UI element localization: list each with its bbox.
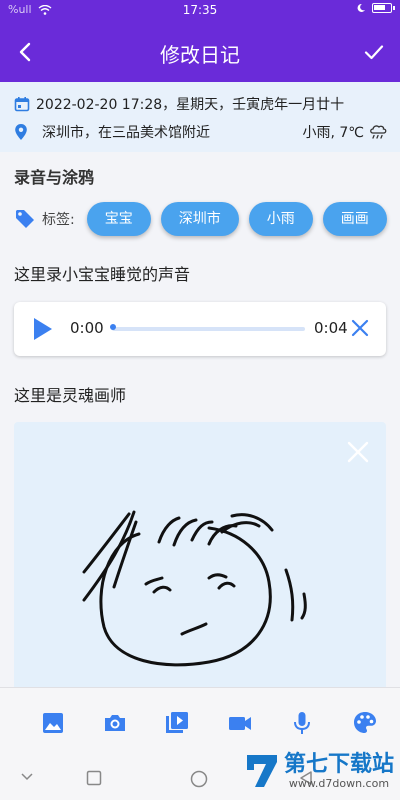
audio-player: 0:00 0:04 (14, 302, 386, 356)
audio-duration: 0:04 (314, 319, 348, 337)
home-icon[interactable] (190, 770, 208, 788)
check-icon[interactable] (362, 40, 386, 64)
video-library-icon[interactable] (164, 710, 190, 736)
audio-current-time: 0:00 (70, 319, 104, 337)
palette-icon[interactable] (352, 710, 378, 736)
tag-chip-baobao[interactable]: 宝宝 (86, 202, 151, 236)
recents-icon[interactable] (86, 770, 102, 786)
tag-label: 标签: (42, 212, 75, 228)
doodle-canvas[interactable] (14, 422, 386, 687)
tag-chip-shenzhen[interactable]: 深圳市 (160, 202, 239, 236)
play-icon[interactable] (34, 318, 52, 340)
audio-caption[interactable]: 这里录小宝宝睡觉的声音 (14, 261, 190, 285)
moon-icon (357, 3, 365, 12)
status-time: 17:35 (182, 3, 218, 17)
image-icon[interactable] (40, 710, 66, 736)
remove-audio-icon[interactable] (350, 318, 370, 338)
weather-text: 小雨, 7℃ (302, 125, 364, 141)
battery-icon (372, 3, 395, 13)
watermark-url: www.d7down.com (288, 776, 390, 790)
tag-chip-light-rain[interactable]: 小雨 (248, 202, 313, 236)
datetime-row[interactable]: 2022-02-20 17:28，星期天，壬寅虎年一月廿十 (14, 94, 344, 114)
mic-icon[interactable] (289, 710, 315, 736)
audio-progress-handle[interactable] (110, 324, 116, 330)
tag-icon (16, 210, 34, 228)
watermark-text: 第七下载站 www.d7down.com (283, 751, 394, 790)
watermark-logo-icon (246, 755, 277, 787)
tag-row: 标签: 宝宝 深圳市 小雨 画画 (14, 202, 397, 236)
datetime-text: 2022-02-20 17:28，星期天，壬寅虎年一月廿十 (36, 97, 345, 113)
app-bar: 修改日记 (0, 22, 400, 82)
camera-icon[interactable] (102, 710, 128, 736)
tag-chip-drawing[interactable]: 画画 (322, 202, 387, 236)
status-bar: %ull 17:35 (0, 0, 400, 22)
watermark-title: 第七下载站 (283, 751, 394, 777)
location-pin-icon (15, 124, 27, 140)
calendar-icon (14, 97, 30, 112)
watermark: 第七下载站 www.d7down.com (244, 752, 394, 790)
editor-toolbar (0, 687, 400, 757)
entry-title[interactable]: 录音与涂鸦 (14, 164, 94, 188)
rain-cloud-icon (370, 125, 387, 139)
video-camera-icon[interactable] (227, 710, 253, 736)
status-right (356, 3, 395, 13)
diary-meta: 2022-02-20 17:28，星期天，壬寅虎年一月廿十 深圳市，在三品美术馆… (0, 82, 400, 152)
page-title: 修改日记 (160, 43, 240, 67)
location-text: 深圳市，在三品美术馆附近 (42, 125, 210, 141)
weather-info[interactable]: 小雨, 7℃ (302, 122, 388, 142)
doodle-sketch (82, 510, 307, 667)
chevron-down-icon[interactable] (20, 770, 34, 784)
audio-progress-track[interactable] (112, 327, 305, 331)
drawing-caption[interactable]: 这里是灵魂画师 (14, 382, 126, 406)
location-row[interactable]: 深圳市，在三品美术馆附近 (14, 122, 210, 142)
